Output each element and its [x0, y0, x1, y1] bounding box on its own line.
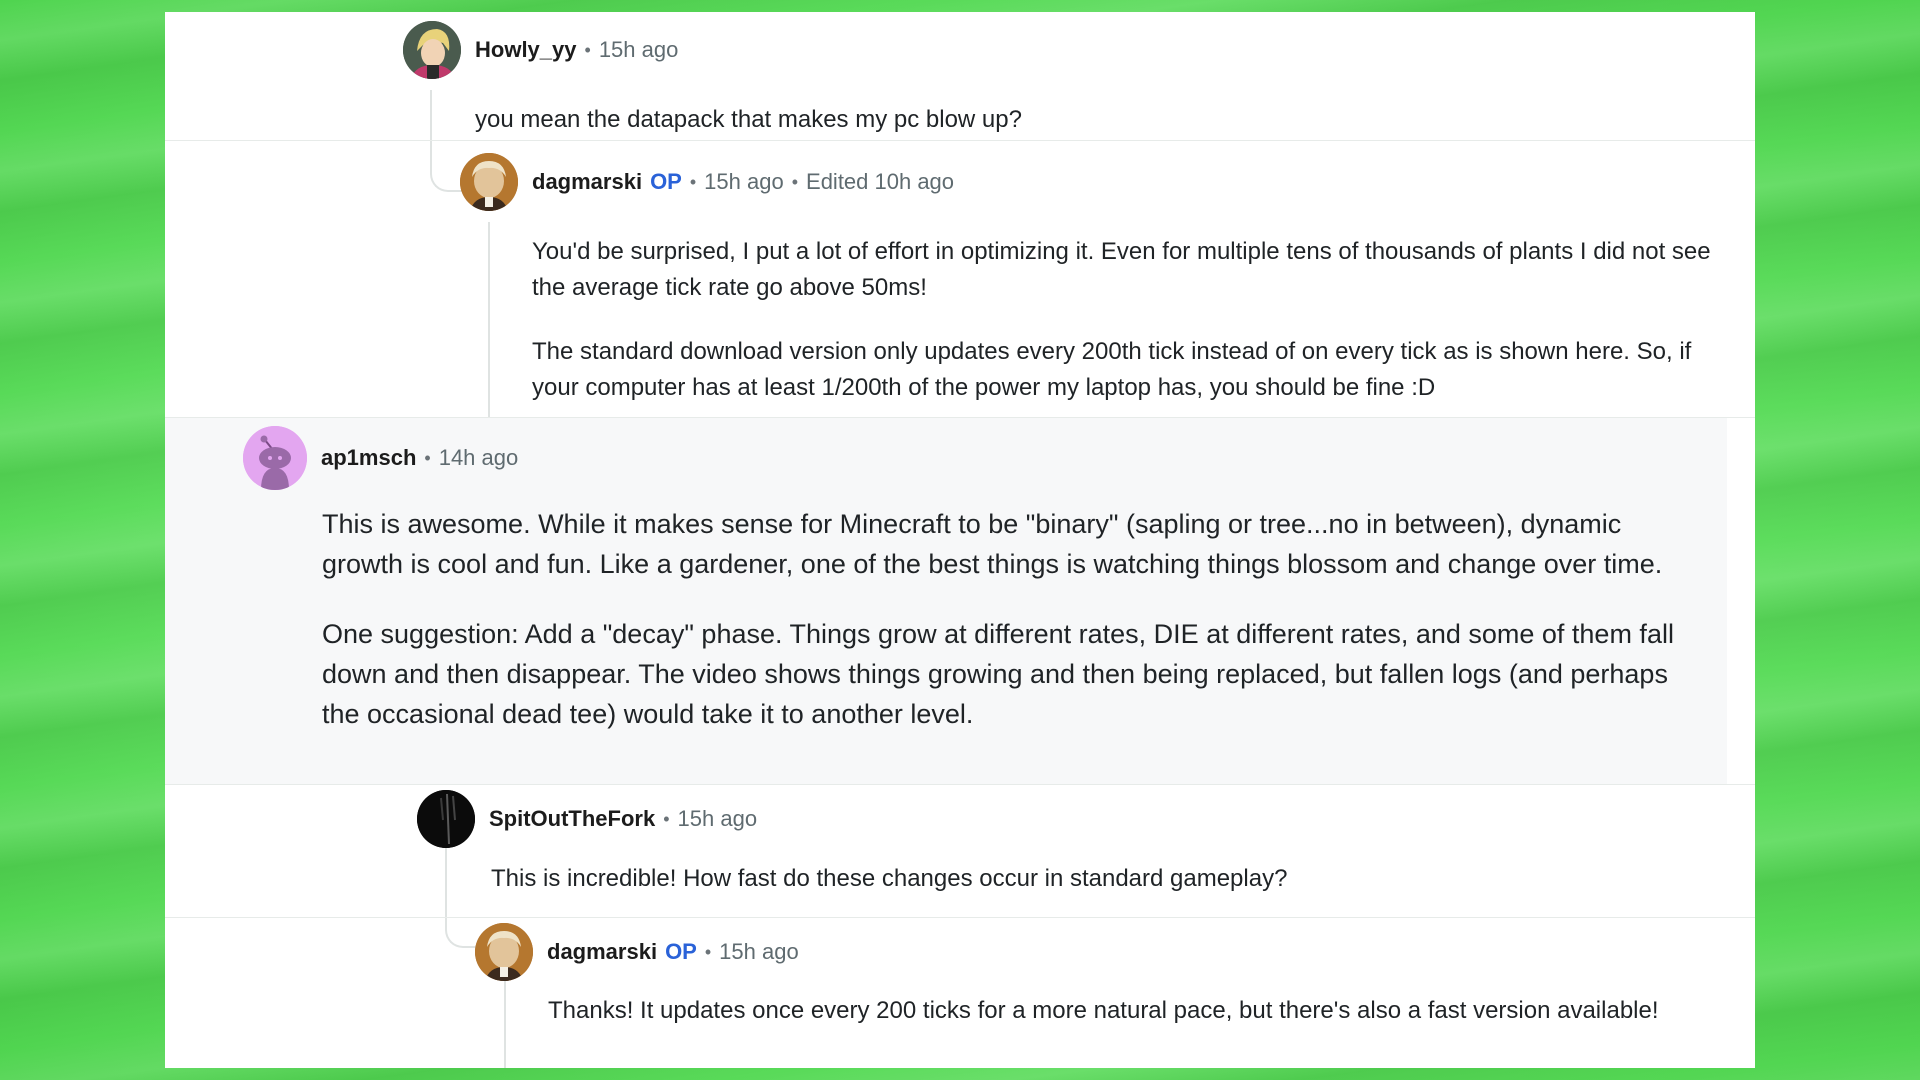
snoo-icon — [243, 426, 307, 490]
user-avatar[interactable] — [460, 153, 518, 211]
separator: • — [424, 447, 431, 468]
timestamp[interactable]: 15h ago — [678, 806, 758, 832]
comment-header: dagmarski OP • 15h ago • Edited 10h ago — [460, 152, 954, 212]
portrait-icon — [475, 923, 533, 981]
user-avatar[interactable] — [475, 923, 533, 981]
op-badge: OP — [665, 939, 697, 964]
comment-body: Thanks! It updates once every 200 ticks … — [548, 993, 1728, 1029]
comment: ap1msch • 14h ago This is awesome. While… — [165, 418, 1727, 784]
comment-paragraph: Thanks! It updates once every 200 ticks … — [548, 997, 1659, 1024]
timestamp[interactable]: 15h ago — [704, 169, 784, 195]
comments-panel: Howly_yy • 15h ago you mean the datapack… — [165, 12, 1755, 1068]
comment-header: SpitOutTheFork • 15h ago — [417, 789, 757, 849]
comment-paragraph: you mean the datapack that makes my pc b… — [475, 106, 1022, 133]
comment-body: you mean the datapack that makes my pc b… — [475, 102, 1715, 138]
username[interactable]: Howly_yy — [475, 37, 577, 63]
user-avatar[interactable] — [403, 21, 461, 79]
edited-label: Edited 10h ago — [806, 169, 955, 194]
timestamp[interactable]: 15h ago — [719, 939, 799, 965]
comment-paragraph: This is incredible! How fast do these ch… — [491, 865, 1288, 892]
comment-paragraph: You'd be surprised, I put a lot of effor… — [532, 238, 1711, 301]
fork-icon — [417, 790, 475, 848]
comment-body: This is awesome. While it makes sense fo… — [322, 504, 1697, 764]
page-background: { "comments": [ { "username": "Howly_yy"… — [0, 0, 1920, 1080]
portrait-icon — [460, 153, 518, 211]
comment: dagmarski OP • 15h ago • Edited 10h ago … — [165, 141, 1755, 417]
timestamp[interactable]: 14h ago — [439, 445, 519, 471]
comment-body: This is incredible! How fast do these ch… — [491, 861, 1721, 897]
op-badge: OP — [650, 169, 682, 194]
separator: • — [584, 39, 591, 60]
timestamp[interactable]: 15h ago — [599, 37, 679, 63]
username[interactable]: ap1msch — [321, 445, 416, 471]
anime-character-icon — [403, 21, 461, 79]
comment: Howly_yy • 15h ago you mean the datapack… — [165, 12, 1755, 140]
comment: SpitOutTheFork • 15h ago This is incredi… — [165, 785, 1755, 917]
comment-paragraph: The standard download version only updat… — [532, 338, 1692, 401]
user-avatar[interactable] — [243, 426, 307, 490]
username[interactable]: SpitOutTheFork — [489, 806, 655, 832]
separator: • — [663, 808, 670, 829]
comment-header: dagmarski OP • 15h ago — [475, 922, 799, 982]
separator: • — [704, 941, 712, 962]
comment-body: You'd be surprised, I put a lot of effor… — [532, 234, 1732, 406]
comment: dagmarski OP • 15h ago Thanks! It update… — [165, 918, 1755, 1068]
separator: • — [791, 171, 799, 192]
username[interactable]: dagmarski — [532, 169, 642, 195]
user-avatar[interactable] — [417, 790, 475, 848]
separator: • — [689, 171, 697, 192]
comment-paragraph: This is awesome. While it makes sense fo… — [322, 509, 1663, 579]
comment-paragraph: One suggestion: Add a "decay" phase. Thi… — [322, 619, 1674, 729]
comment-header: ap1msch • 14h ago — [243, 426, 519, 490]
username[interactable]: dagmarski — [547, 939, 657, 965]
comment-header: Howly_yy • 15h ago — [403, 20, 678, 80]
